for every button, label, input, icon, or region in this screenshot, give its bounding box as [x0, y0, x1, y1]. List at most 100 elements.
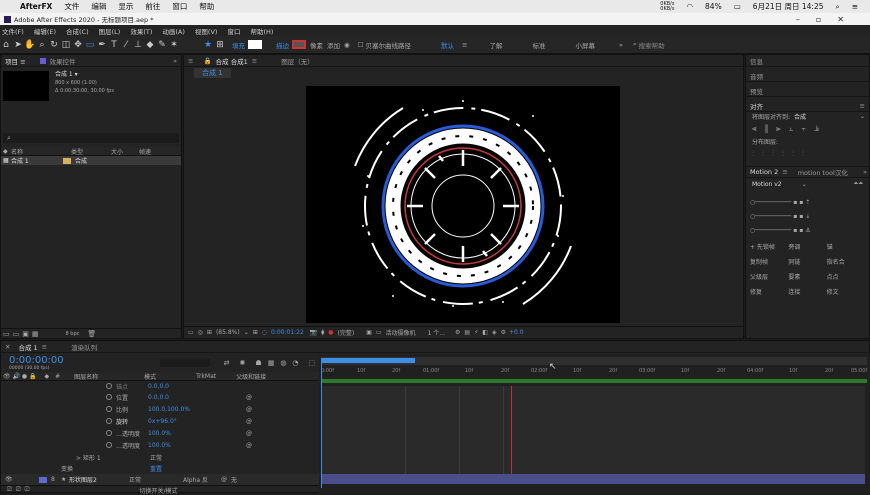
time-ruler[interactable]: 0:00f 10f 20f 01:00f 10f 20f 02:00f 10f …: [319, 365, 870, 376]
motion-btn-5[interactable]: 指名合: [827, 257, 865, 266]
zoom-tool-icon[interactable]: ⌕: [36, 40, 48, 50]
pen-tool-icon[interactable]: ✒: [96, 40, 108, 50]
help-search-input[interactable]: 搜索帮助: [639, 40, 665, 50]
tab-layer[interactable]: 图层（无）: [281, 56, 314, 66]
motion-slider-2[interactable]: ○────────── ▪ ▪ ⇣: [750, 210, 865, 224]
battery-icon[interactable]: ▭: [734, 2, 741, 11]
motion-slider-3[interactable]: ○────────── ▪ ▪ ⚓: [750, 224, 865, 238]
comp-mini-flow-icon[interactable]: ⇄: [224, 359, 230, 367]
tab-motion[interactable]: Motion 2: [750, 168, 778, 176]
menu-help[interactable]: 帮助(H): [250, 26, 273, 36]
col-name[interactable]: 名称: [11, 147, 71, 156]
av-icons[interactable]: 👁 🔊 ● 🔒: [3, 373, 37, 380]
motion-btn-1[interactable]: 旁调: [788, 242, 826, 251]
color-channel-icon[interactable]: ●: [328, 329, 333, 336]
motion-btn-2[interactable]: 锚: [827, 242, 865, 251]
prop-value[interactable]: 0.0,0.0: [148, 394, 246, 401]
window-controls[interactable]: –▫✕: [796, 15, 860, 24]
transparency-icon[interactable]: ▣: [366, 329, 372, 336]
draft-3d-icon[interactable]: ✺: [240, 359, 246, 367]
col-layer-name[interactable]: 图层名称: [74, 372, 144, 381]
motion-blur-icon[interactable]: ◍: [280, 359, 286, 367]
graph-editor-icon[interactable]: ◔: [292, 359, 298, 367]
add-icon[interactable]: ◉: [344, 41, 350, 49]
delete-icon[interactable]: 🗑: [87, 330, 96, 338]
region-icon[interactable]: ▭: [188, 329, 194, 336]
layer-label-swatch[interactable]: [39, 476, 47, 483]
col-mode[interactable]: 模式: [144, 372, 196, 381]
stroke-swatch[interactable]: [292, 40, 306, 49]
align-to-chevron-icon[interactable]: ⌄: [860, 113, 865, 120]
mac-menu-2[interactable]: 显示: [118, 1, 133, 12]
motion-version-chevron-icon[interactable]: ⌄: [802, 181, 807, 188]
table-row[interactable]: > 矩形 1 正常: [1, 451, 319, 463]
prop-value[interactable]: 0.0,0.0: [148, 383, 246, 390]
workspace-overflow-icon[interactable]: »: [619, 41, 623, 49]
timeline-timecode[interactable]: 0:00:00:00: [9, 355, 64, 366]
motion-btn-10[interactable]: 连接: [788, 287, 826, 296]
expression-icon[interactable]: @: [246, 430, 252, 437]
toggle-modes-button[interactable]: 切换开关/模式: [139, 486, 177, 495]
mac-menu-4[interactable]: 窗口: [172, 1, 187, 12]
flow-icon[interactable]: ⚙: [455, 329, 460, 336]
control-center-icon[interactable]: ≡: [852, 2, 858, 11]
col-size[interactable]: 大小: [111, 147, 139, 156]
workspace-learn[interactable]: 了解: [489, 40, 502, 50]
grid-icon[interactable]: ⊞: [253, 329, 258, 336]
type-tool-icon[interactable]: T: [108, 40, 120, 50]
menu-animation[interactable]: 动画(A): [162, 26, 185, 36]
table-row[interactable]: 位置 0.0,0.0 @: [1, 391, 319, 403]
tab-timeline[interactable]: 合成 1: [18, 342, 37, 352]
tab-menu-icon[interactable]: ≡: [252, 57, 257, 65]
stopwatch-icon[interactable]: [106, 394, 112, 400]
group-name[interactable]: > 矩形 1: [76, 453, 150, 462]
menu-window[interactable]: 窗口: [227, 26, 240, 36]
exposure-value[interactable]: +0.0: [509, 329, 524, 336]
menu-effect[interactable]: 效果(T): [130, 26, 152, 36]
group-name[interactable]: 变换: [61, 464, 150, 473]
expression-icon[interactable]: @: [246, 442, 252, 449]
layer-name[interactable]: 形状图层2: [69, 475, 129, 484]
motion-tab-menu-icon[interactable]: ≡: [782, 168, 787, 176]
rectangle-tool-icon[interactable]: ▭: [84, 40, 96, 50]
motion-btn-4[interactable]: 同链: [788, 257, 826, 266]
project-search[interactable]: ⌕: [3, 133, 179, 143]
playhead[interactable]: [321, 358, 322, 488]
audio-panel-header[interactable]: 音频: [746, 70, 869, 82]
frame-blend-icon[interactable]: ▦: [268, 359, 275, 367]
preview-panel-header[interactable]: 预览: [746, 85, 869, 97]
workspace-menu-icon[interactable]: ≡: [462, 41, 467, 49]
layer-duration-bar[interactable]: [321, 474, 865, 484]
roto-brush-icon[interactable]: ✎: [156, 40, 168, 50]
tab-composition[interactable]: 合成 合成1: [216, 56, 248, 66]
comp-canvas[interactable]: [306, 86, 620, 323]
expression-icon[interactable]: @: [246, 418, 252, 425]
zoom-chevron-icon[interactable]: ⌄: [244, 329, 249, 336]
mac-menu-3[interactable]: 前往: [145, 1, 160, 12]
snap-icon[interactable]: ★: [202, 40, 214, 50]
prop-value[interactable]: 0x+96.0°: [148, 418, 246, 425]
mac-menu-0[interactable]: 文件: [64, 1, 79, 12]
table-row[interactable]: …透明度 100.0% @: [1, 427, 319, 439]
menu-file[interactable]: 文件(F): [2, 26, 24, 36]
selection-tool-icon[interactable]: ➤: [12, 40, 24, 50]
subtab-comp1[interactable]: 合成 1: [194, 67, 231, 78]
align-panel-header[interactable]: 对齐 ≡: [746, 100, 869, 112]
fill-label[interactable]: 填充: [232, 40, 245, 50]
distribute-buttons[interactable]: ⫶⫶⫶⫶⫶⫶: [746, 146, 869, 162]
align-buttons[interactable]: ⫷⫼⫸⫠⫟⫡: [746, 121, 869, 137]
help-search-icon[interactable]: ⌕: [633, 40, 637, 49]
work-area-bar[interactable]: [321, 357, 867, 365]
mac-menu-1[interactable]: 编辑: [91, 1, 106, 12]
brush-tool-icon[interactable]: ⁄: [120, 40, 132, 50]
table-row[interactable]: …透明度 100.0% @: [1, 439, 319, 451]
3d-icon[interactable]: ◈: [492, 329, 497, 336]
motion-version-dropdown[interactable]: Motion v2: [752, 181, 782, 188]
table-row[interactable]: 锚点 0.0,0.0: [1, 381, 319, 391]
stroke-label[interactable]: 描边: [276, 40, 289, 50]
expression-icon[interactable]: @: [246, 394, 252, 401]
zoom-dropdown[interactable]: (85.8%): [216, 329, 240, 336]
snapshot-icon[interactable]: 📷: [310, 329, 317, 336]
keyframe-area[interactable]: [321, 386, 865, 474]
layer-parent-icon[interactable]: @: [221, 476, 227, 483]
